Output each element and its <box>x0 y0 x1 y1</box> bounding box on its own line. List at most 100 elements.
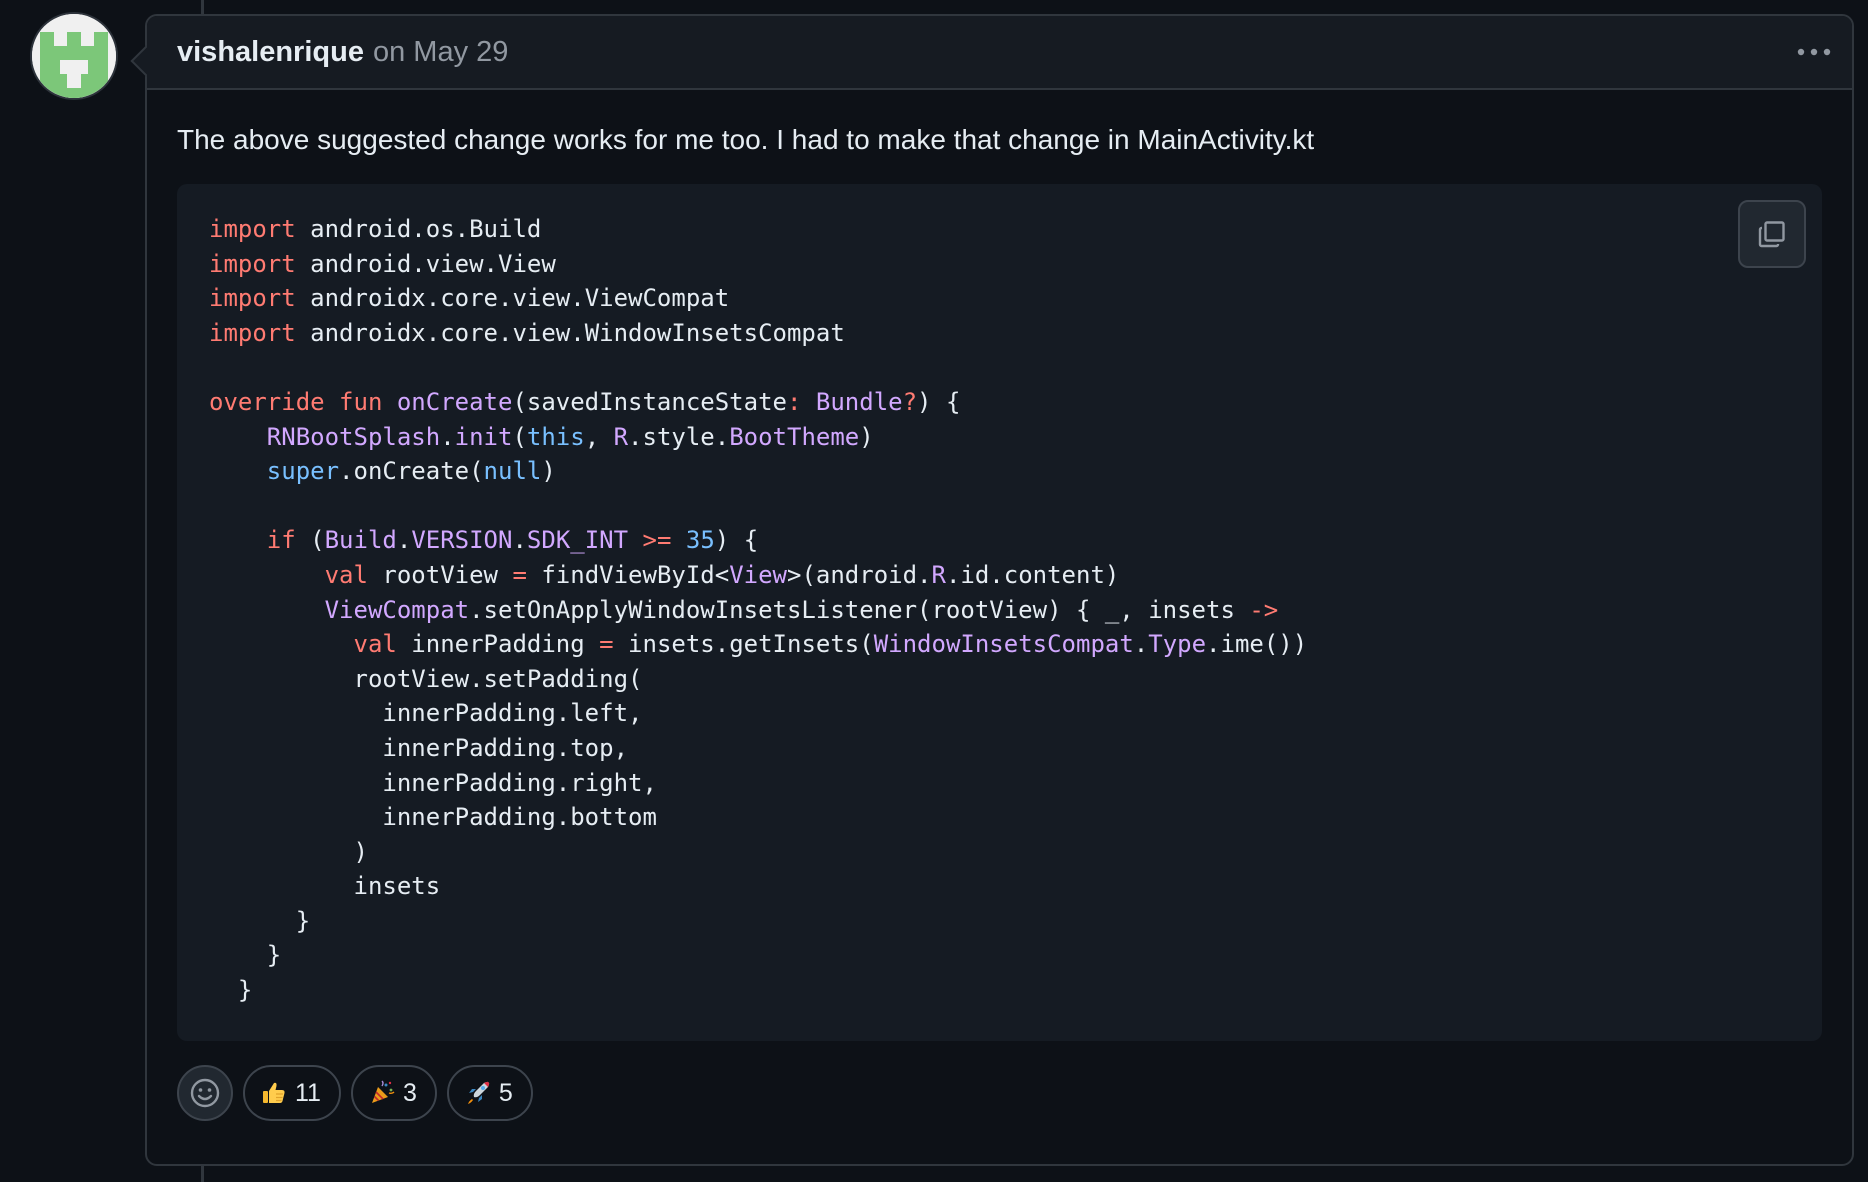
code-token: Bundle <box>815 387 903 416</box>
code-line: import android.os.Build <box>209 215 541 243</box>
code-token: (savedInstanceState <box>512 387 787 416</box>
add-reaction-button[interactable] <box>177 1065 233 1121</box>
code-line: insets <box>209 872 440 900</box>
code-token: ViewCompat <box>324 595 470 624</box>
code-token: = <box>512 560 527 589</box>
comment-options-button[interactable] <box>1794 38 1834 66</box>
author-link[interactable]: vishalenrique <box>177 36 364 69</box>
code-token: : <box>786 387 816 416</box>
code-content: import android.os.Build import android.v… <box>209 212 1790 1008</box>
code-token: BootTheme <box>729 422 860 451</box>
page: vishalenrique on May 29 The above sugges… <box>0 0 1868 1182</box>
code-token: override fun <box>209 387 397 416</box>
code-token: android.view.View <box>295 249 556 278</box>
reaction-count: 3 <box>402 1078 417 1107</box>
code-line: ViewCompat.setOnApplyWindowInsetsListene… <box>209 595 1279 624</box>
comment-text: The above suggested change works for me … <box>177 124 1315 155</box>
code-token: . <box>396 526 412 555</box>
code-token: import <box>209 249 296 278</box>
code-token: -> <box>1249 595 1279 624</box>
code-line: val rootView = findViewById<View>(androi… <box>209 560 1120 589</box>
reaction-party[interactable]: 3 <box>350 1065 437 1121</box>
code-token: super <box>266 457 340 486</box>
smiley-icon <box>190 1078 220 1108</box>
code-token: import <box>209 318 296 347</box>
code-token: findViewById< <box>526 560 730 589</box>
code-token: ( <box>295 526 325 555</box>
code-line: innerPadding.left, <box>209 699 642 727</box>
comment-container: vishalenrique on May 29 The above sugges… <box>145 14 1854 1166</box>
code-token: >= <box>642 526 672 555</box>
code-token: rootView <box>367 560 513 589</box>
code-block: import android.os.Build import android.v… <box>177 184 1822 1041</box>
code-token: null <box>483 457 542 486</box>
code-line: import android.view.View <box>209 250 556 278</box>
code-token: VERSION <box>411 526 513 555</box>
code-token: .style. <box>628 422 730 451</box>
reaction-count: 5 <box>498 1078 513 1107</box>
code-token: innerPadding <box>396 630 600 659</box>
code-token: } <box>209 906 311 935</box>
code-token: ) <box>859 422 874 451</box>
code-token: 35 <box>685 526 715 555</box>
code-line: } <box>209 941 281 969</box>
code-token: val <box>353 630 397 659</box>
code-line: val innerPadding = insets.getInsets(Wind… <box>209 630 1308 659</box>
code-token: innerPadding.left, <box>209 699 643 728</box>
code-token: . <box>512 526 527 555</box>
reaction-rocket[interactable]: 5 <box>446 1065 533 1121</box>
code-token: rootView.setPadding( <box>209 664 643 693</box>
identicon-icon <box>32 14 116 98</box>
code-token: import <box>209 215 296 243</box>
code-token: WindowInsetsCompat <box>873 630 1134 659</box>
code-token: Build <box>324 526 397 555</box>
code-line: if (Build.VERSION.SDK_INT >= 35) { <box>209 526 758 554</box>
code-token: onCreate <box>396 387 513 416</box>
code-token: androidx.core.view.WindowInsetsCompat <box>295 318 845 347</box>
reaction-count: 11 <box>295 1078 321 1107</box>
code-token: innerPadding.right, <box>209 768 657 797</box>
reaction-thumbs-up[interactable]: 11 <box>243 1065 341 1121</box>
copy-icon <box>1758 221 1785 248</box>
code-line: } <box>209 907 310 935</box>
code-token: . <box>1133 630 1149 659</box>
avatar[interactable] <box>30 12 118 100</box>
code-line: import androidx.core.view.ViewCompat <box>209 284 729 312</box>
code-token: , <box>584 422 614 451</box>
reactions-bar: 11 3 5 <box>177 1065 1822 1121</box>
code-token: ? <box>902 387 918 416</box>
comment-body: The above suggested change works for me … <box>147 90 1852 1121</box>
code-token: .onCreate( <box>339 457 484 486</box>
code-line: import androidx.core.view.WindowInsetsCo… <box>209 319 845 347</box>
code-line: rootView.setPadding( <box>209 665 642 693</box>
code-line: innerPadding.top, <box>209 734 628 762</box>
code-line: RNBootSplash.init(this, R.style.BootThem… <box>209 423 874 451</box>
comment-date-link[interactable]: on May 29 <box>373 36 508 69</box>
code-token: androidx.core.view.ViewCompat <box>295 284 730 313</box>
code-token: R <box>931 560 946 589</box>
code-token: R <box>613 422 629 451</box>
code-token: } <box>209 941 282 970</box>
thumbs-up-icon <box>261 1080 287 1106</box>
code-line: innerPadding.right, <box>209 769 657 797</box>
code-line: super.onCreate(null) <box>209 457 556 485</box>
code-token: innerPadding.bottom <box>209 803 657 832</box>
kebab-horizontal-icon <box>1797 48 1831 56</box>
copy-code-button[interactable] <box>1738 200 1806 268</box>
code-token: = <box>599 630 614 659</box>
code-token: insets.getInsets( <box>613 630 874 659</box>
code-token: ) { <box>714 526 759 555</box>
code-token: SDK_INT <box>526 526 629 555</box>
code-token: . <box>440 422 455 451</box>
code-token: init <box>454 422 513 451</box>
code-token: } <box>209 976 253 1005</box>
code-token: insets <box>209 872 441 901</box>
code-line: ) <box>209 838 367 866</box>
